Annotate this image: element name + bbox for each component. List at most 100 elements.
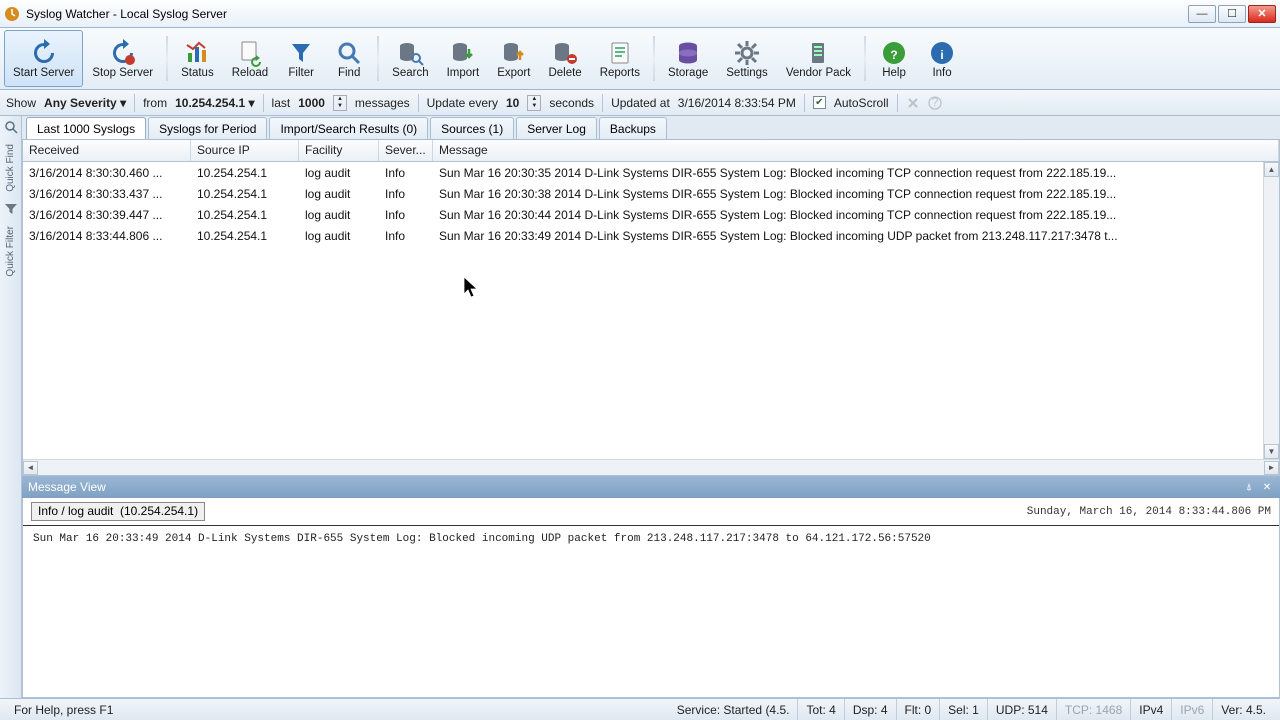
message-view-close-icon[interactable]: ✕ <box>1260 480 1274 494</box>
table-row[interactable]: 3/16/2014 8:33:44.806 ...10.254.254.1log… <box>23 225 1279 246</box>
filter-bar: Show Any Severity ▾ from 10.254.254.1 ▾ … <box>0 90 1280 116</box>
info-button[interactable]: iInfo <box>918 30 966 87</box>
storage-button[interactable]: Storage <box>659 30 717 87</box>
last-count-spinner[interactable]: ▲▼ <box>333 95 347 111</box>
quick-filter-label[interactable]: Quick Filter <box>5 226 16 277</box>
col-message[interactable]: Message <box>433 140 1279 161</box>
table-row[interactable]: 3/16/2014 8:30:30.460 ...10.254.254.1log… <box>23 162 1279 183</box>
filter-button[interactable]: Filter <box>277 30 325 87</box>
tab-bar: Last 1000 SyslogsSyslogs for PeriodImpor… <box>22 116 1280 140</box>
message-timestamp: Sunday, March 16, 2014 8:33:44.806 PM <box>1027 506 1271 518</box>
svg-text:?: ? <box>890 48 897 62</box>
status-button[interactable]: Status <box>172 30 223 87</box>
reload-button[interactable]: Reload <box>223 30 277 87</box>
table-row[interactable]: 3/16/2014 8:30:33.437 ...10.254.254.1log… <box>23 183 1279 204</box>
svg-text:?: ? <box>931 96 938 109</box>
delete-label: Delete <box>548 67 581 79</box>
start-server-button[interactable]: Start Server <box>4 30 83 87</box>
tab-import-search[interactable]: Import/Search Results (0) <box>269 117 428 139</box>
window-title: Syslog Watcher - Local Syslog Server <box>26 7 1188 21</box>
scroll-left-arrow[interactable]: ◄ <box>23 461 38 475</box>
search-button[interactable]: Search <box>383 30 437 87</box>
status-ipv4: IPv4 <box>1131 699 1172 720</box>
page-refresh-icon <box>236 39 264 67</box>
quick-filter-icon[interactable] <box>4 202 18 216</box>
last-count[interactable]: 1000 <box>298 96 325 110</box>
tab-server-log[interactable]: Server Log <box>516 117 597 139</box>
scroll-up-arrow[interactable]: ▲ <box>1264 162 1279 177</box>
delete-button[interactable]: Delete <box>539 30 590 87</box>
status-ipv6: IPv6 <box>1172 699 1213 720</box>
vendor-pack-label: Vendor Pack <box>786 67 851 79</box>
info-label: Info <box>932 67 951 79</box>
close-button[interactable]: ✕ <box>1248 5 1276 23</box>
cell-facility: log audit <box>299 164 379 182</box>
pin-icon[interactable]: ⍋ <box>1242 480 1256 494</box>
clear-icon[interactable] <box>906 96 920 110</box>
import-button[interactable]: Import <box>438 30 489 87</box>
messages-label: messages <box>355 96 410 110</box>
minimize-button[interactable]: — <box>1188 5 1216 23</box>
cell-source-ip: 10.254.254.1 <box>191 185 299 203</box>
reports-button[interactable]: Reports <box>591 30 649 87</box>
filter-label: Filter <box>288 67 314 79</box>
updated-at-label: Updated at <box>611 96 670 110</box>
start-server-label: Start Server <box>13 67 74 79</box>
help-label: Help <box>882 67 906 79</box>
find-button[interactable]: Find <box>325 30 373 87</box>
status-udp: UDP: 514 <box>988 699 1057 720</box>
app-icon <box>4 6 20 22</box>
gear-icon <box>733 39 761 67</box>
status-bar: For Help, press F1 Service: Started (4.5… <box>0 698 1280 720</box>
grid-body[interactable]: 3/16/2014 8:30:30.460 ...10.254.254.1log… <box>23 162 1279 459</box>
cell-severity: Info <box>379 164 433 182</box>
stop-server-button[interactable]: Stop Server <box>83 30 162 87</box>
cell-received: 3/16/2014 8:30:33.437 ... <box>23 185 191 203</box>
cell-message: Sun Mar 16 20:30:44 2014 D-Link Systems … <box>433 206 1279 224</box>
scroll-right-arrow[interactable]: ► <box>1264 461 1279 475</box>
cell-severity: Info <box>379 227 433 245</box>
col-severity[interactable]: Sever... <box>379 140 433 161</box>
tab-last-syslogs[interactable]: Last 1000 Syslogs <box>26 117 146 139</box>
mouse-cursor-icon <box>463 276 481 300</box>
reload-label: Reload <box>232 67 268 79</box>
status-version: Ver: 4.5. <box>1213 699 1274 720</box>
export-button[interactable]: Export <box>488 30 539 87</box>
storage-icon <box>674 39 702 67</box>
help-button[interactable]: ? Help <box>870 30 918 87</box>
update-seconds-spinner[interactable]: ▲▼ <box>527 95 541 111</box>
scroll-down-arrow[interactable]: ▼ <box>1264 444 1279 459</box>
table-row[interactable]: 3/16/2014 8:30:39.447 ...10.254.254.1log… <box>23 204 1279 225</box>
cell-source-ip: 10.254.254.1 <box>191 206 299 224</box>
vertical-scrollbar[interactable]: ▲ ▼ <box>1263 162 1279 459</box>
tab-syslogs-period[interactable]: Syslogs for Period <box>148 117 267 139</box>
help-small-icon[interactable]: ? <box>928 96 942 110</box>
autoscroll-checkbox[interactable]: ✔ <box>813 96 826 109</box>
show-label: Show <box>6 96 36 110</box>
settings-button[interactable]: Settings <box>717 30 777 87</box>
syslog-grid: Received Source IP Facility Sever... Mes… <box>22 140 1280 476</box>
status-tcp: TCP: 1468 <box>1057 699 1131 720</box>
col-received[interactable]: Received <box>23 140 191 161</box>
cell-severity: Info <box>379 206 433 224</box>
cell-message: Sun Mar 16 20:30:35 2014 D-Link Systems … <box>433 164 1279 182</box>
message-view-title: Message View <box>28 480 106 494</box>
horizontal-scrollbar[interactable]: ◄ ► <box>23 459 1279 475</box>
col-source-ip[interactable]: Source IP <box>191 140 299 161</box>
severity-dropdown[interactable]: Any Severity ▾ <box>44 96 126 110</box>
maximize-button[interactable]: ☐ <box>1218 5 1246 23</box>
tab-sources[interactable]: Sources (1) <box>430 117 514 139</box>
tab-backups[interactable]: Backups <box>599 117 667 139</box>
update-every-label: Update every <box>427 96 498 110</box>
from-ip-dropdown[interactable]: 10.254.254.1 ▾ <box>175 96 254 110</box>
quick-find-label[interactable]: Quick Find <box>5 144 16 192</box>
updated-at-value: 3/16/2014 8:33:54 PM <box>678 96 796 110</box>
magnify-icon <box>335 39 363 67</box>
status-filtered: Flt: 0 <box>897 699 941 720</box>
col-facility[interactable]: Facility <box>299 140 379 161</box>
cell-source-ip: 10.254.254.1 <box>191 227 299 245</box>
chart-icon <box>183 39 211 67</box>
vendor-pack-button[interactable]: Vendor Pack <box>777 30 860 87</box>
update-seconds[interactable]: 10 <box>506 96 519 110</box>
quick-find-icon[interactable] <box>4 120 18 134</box>
